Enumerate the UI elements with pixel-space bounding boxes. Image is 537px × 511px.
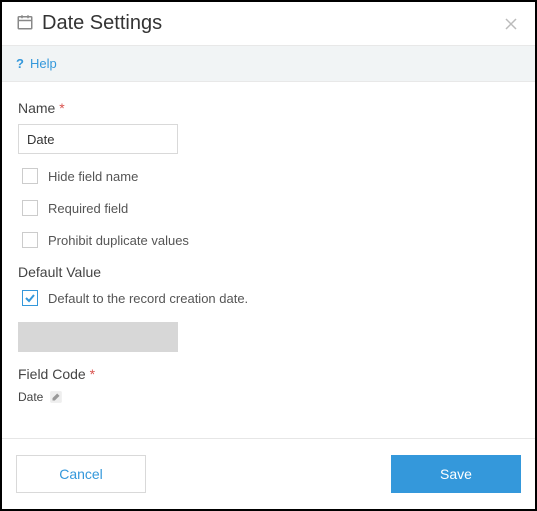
- close-button[interactable]: [501, 14, 521, 34]
- default-to-creation-row: Default to the record creation date.: [22, 290, 519, 306]
- prohibit-duplicates-checkbox[interactable]: [22, 232, 38, 248]
- field-code-label-text: Field Code: [18, 366, 86, 382]
- required-mark: *: [59, 100, 64, 116]
- default-value-input-disabled: [18, 322, 178, 352]
- cancel-button[interactable]: Cancel: [16, 455, 146, 493]
- modal-content: Name * Hide field name Required field Pr…: [2, 82, 535, 438]
- name-label: Name *: [18, 100, 519, 116]
- required-field-row: Required field: [22, 200, 519, 216]
- name-input[interactable]: [18, 124, 178, 154]
- default-to-creation-label[interactable]: Default to the record creation date.: [48, 291, 248, 306]
- required-field-label[interactable]: Required field: [48, 201, 128, 216]
- hide-field-name-row: Hide field name: [22, 168, 519, 184]
- field-code-label: Field Code *: [18, 366, 519, 382]
- field-code-row: Date: [18, 390, 519, 404]
- hide-field-name-checkbox[interactable]: [22, 168, 38, 184]
- help-bar: ? Help: [2, 45, 535, 82]
- required-field-checkbox[interactable]: [22, 200, 38, 216]
- prohibit-duplicates-row: Prohibit duplicate values: [22, 232, 519, 248]
- field-code-value: Date: [18, 390, 43, 404]
- modal-title: Date Settings: [42, 12, 501, 35]
- hide-field-name-label[interactable]: Hide field name: [48, 169, 138, 184]
- date-field-icon: [16, 13, 34, 34]
- required-mark: *: [90, 366, 95, 382]
- date-settings-modal: Date Settings ? Help Name * Hide field n…: [0, 0, 537, 511]
- modal-footer: Cancel Save: [2, 438, 535, 509]
- modal-header: Date Settings: [2, 2, 535, 45]
- help-link[interactable]: Help: [30, 56, 57, 71]
- prohibit-duplicates-label[interactable]: Prohibit duplicate values: [48, 233, 189, 248]
- save-button[interactable]: Save: [391, 455, 521, 493]
- name-label-text: Name: [18, 100, 55, 116]
- default-value-label: Default Value: [18, 264, 519, 280]
- edit-field-code-button[interactable]: [49, 390, 63, 404]
- help-icon: ?: [16, 56, 24, 71]
- default-to-creation-checkbox[interactable]: [22, 290, 38, 306]
